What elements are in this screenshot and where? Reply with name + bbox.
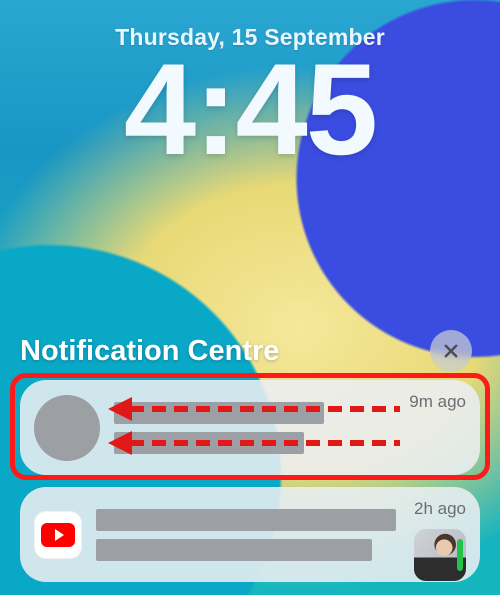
redacted-message: [114, 432, 304, 454]
notification-centre-header: Notification Centre: [20, 330, 480, 372]
lockscreen-time: 4:45: [0, 44, 500, 174]
lock-screen: Thursday, 15 September 4:45 Notification…: [0, 0, 500, 595]
youtube-icon: [34, 511, 82, 559]
notification-item[interactable]: 9m ago: [20, 380, 480, 475]
notification-body: [114, 402, 409, 454]
notification-body: [96, 509, 414, 561]
notification-timestamp: 9m ago: [409, 392, 466, 412]
close-icon: [442, 342, 460, 360]
notification-thumbnail: [414, 529, 466, 581]
redacted-message: [96, 539, 372, 561]
notification-item[interactable]: 2h ago: [20, 487, 480, 582]
notification-centre-title: Notification Centre: [20, 335, 279, 368]
redacted-title: [114, 402, 324, 424]
app-icon: [34, 395, 100, 461]
close-button[interactable]: [430, 330, 472, 372]
notification-timestamp: 2h ago: [414, 499, 466, 519]
redacted-title: [96, 509, 396, 531]
